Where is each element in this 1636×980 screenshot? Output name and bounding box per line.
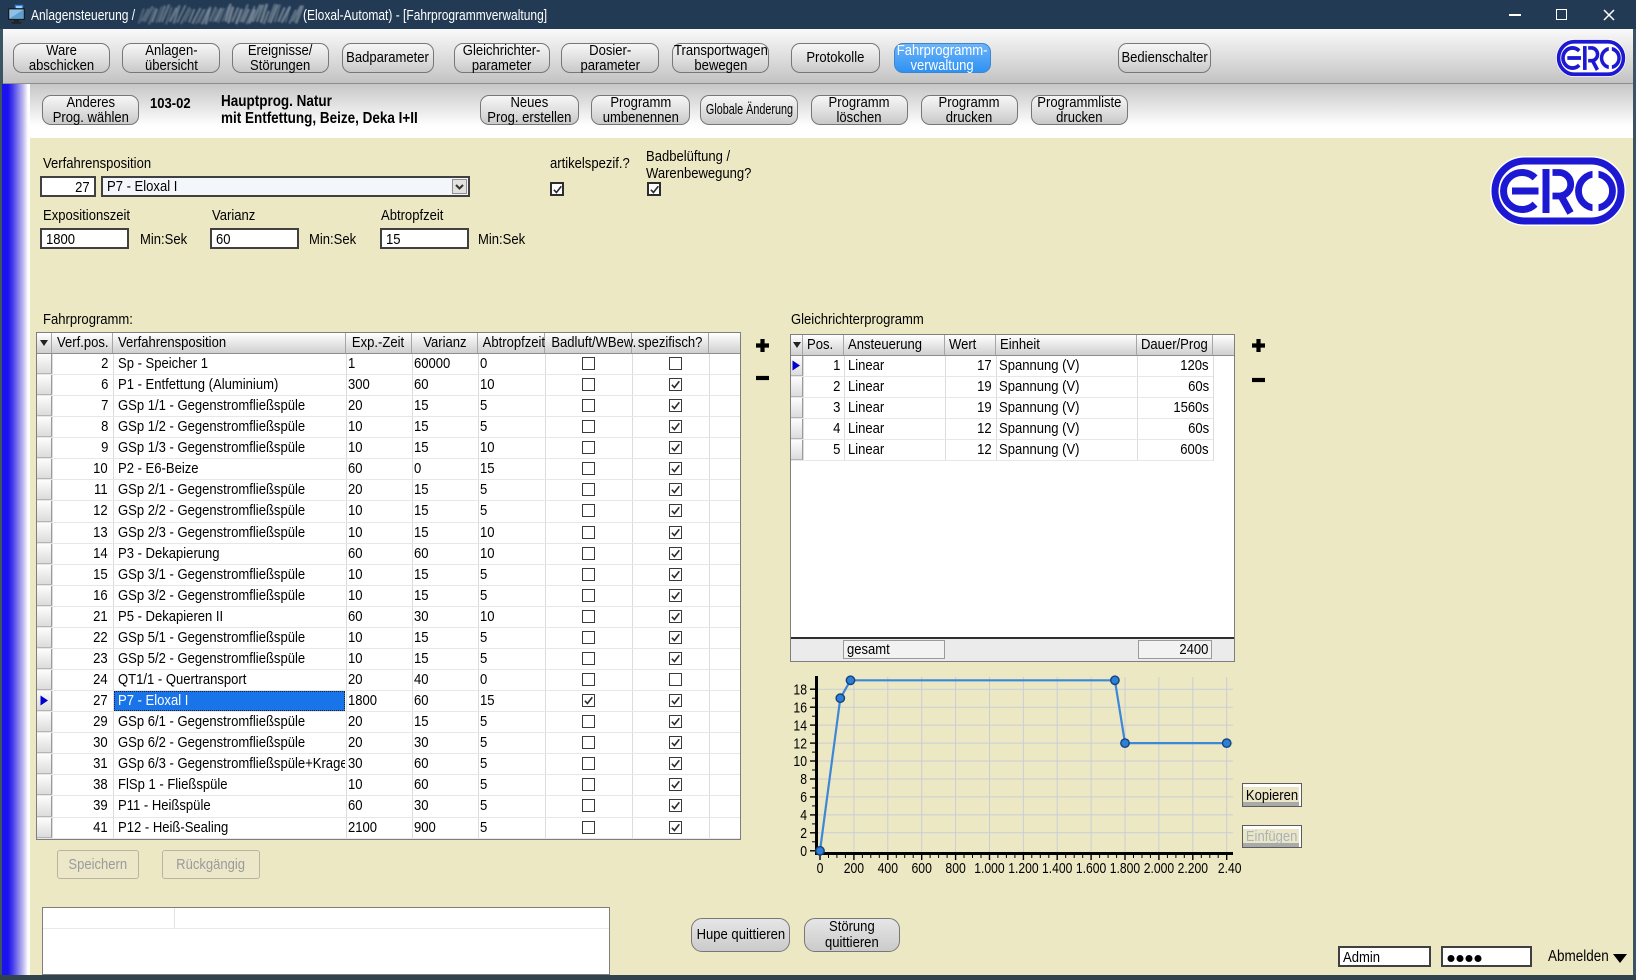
svg-text:10: 10 bbox=[793, 753, 807, 770]
svg-text:0: 0 bbox=[817, 860, 824, 877]
svg-text:2.40: 2.40 bbox=[1218, 860, 1242, 877]
svg-text:14: 14 bbox=[793, 717, 807, 734]
svg-text:1.800: 1.800 bbox=[1110, 860, 1140, 877]
svg-text:6: 6 bbox=[800, 789, 807, 806]
svg-text:2.000: 2.000 bbox=[1144, 860, 1174, 877]
svg-text:16: 16 bbox=[793, 699, 807, 716]
svg-text:800: 800 bbox=[945, 860, 965, 877]
svg-text:12: 12 bbox=[793, 735, 807, 752]
svg-text:8: 8 bbox=[800, 771, 807, 788]
svg-text:18: 18 bbox=[793, 682, 807, 699]
svg-text:400: 400 bbox=[878, 860, 898, 877]
svg-text:1.600: 1.600 bbox=[1076, 860, 1106, 877]
svg-text:1.200: 1.200 bbox=[1008, 860, 1038, 877]
svg-text:2.200: 2.200 bbox=[1178, 860, 1208, 877]
svg-text:2: 2 bbox=[800, 825, 807, 842]
svg-text:0: 0 bbox=[800, 843, 807, 860]
svg-text:4: 4 bbox=[800, 807, 807, 824]
svg-text:1.400: 1.400 bbox=[1042, 860, 1072, 877]
svg-text:200: 200 bbox=[844, 860, 864, 877]
svg-text:1.000: 1.000 bbox=[974, 860, 1004, 877]
svg-text:600: 600 bbox=[912, 860, 932, 877]
